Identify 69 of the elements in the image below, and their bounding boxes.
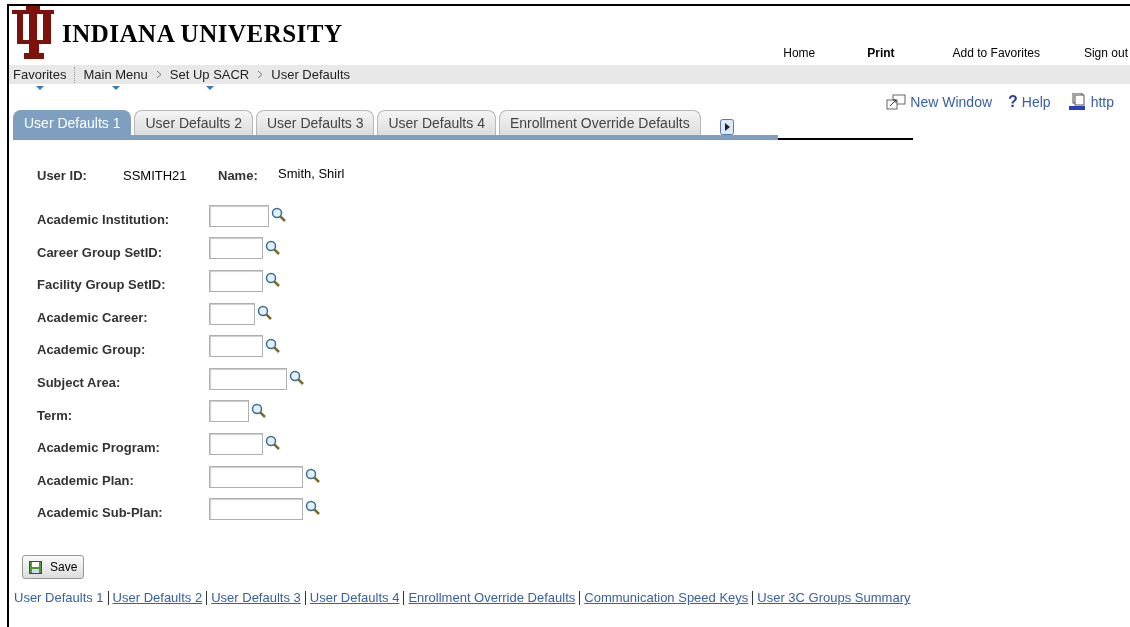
field-label: Academic Group: [37,341,147,360]
field-label: Term: [37,406,74,425]
tab[interactable]: Enrollment Override Defaults [498,110,701,135]
field-label: Facility Group SetID: [37,276,167,295]
breadcrumb-item[interactable]: Set Up SACR [169,64,250,85]
save-button[interactable]: Save [22,555,85,580]
footer-link[interactable]: User Defaults 1 [14,588,104,608]
header-link[interactable]: Home [783,44,816,62]
footer-link[interactable]: User Defaults 2 [112,588,203,608]
footer-link[interactable]: User Defaults 3 [211,588,301,608]
dropdown-caret-icon[interactable] [205,86,214,91]
field-label: Subject Area: [37,374,122,392]
trident-logo [12,6,54,61]
tab[interactable]: User Defaults 3 [255,110,375,135]
help-icon[interactable]: ? [1008,90,1018,114]
next-tab-icon[interactable] [719,118,734,135]
search-icon[interactable] [251,402,266,418]
input-field[interactable] [209,432,263,455]
search-icon[interactable] [305,467,320,483]
user-name: Smith, Shirl [278,165,345,183]
header-link[interactable]: Sign out [1083,44,1128,62]
save-icon [29,560,42,574]
search-icon[interactable] [257,304,272,320]
search-icon[interactable] [265,435,280,451]
input-field[interactable] [209,237,263,260]
input-field[interactable] [209,335,263,358]
page-link[interactable]: Help [1021,91,1051,113]
header-link[interactable]: Print [867,44,895,62]
http-icon[interactable] [1066,93,1087,111]
header-link[interactable]: Add to Favorites [952,44,1040,62]
search-icon[interactable] [265,337,280,353]
field-label: Career Group SetID: [37,243,163,262]
footer-link[interactable]: User 3C Groups Summary [757,588,911,608]
dropdown-caret-icon[interactable] [35,86,44,91]
page-link[interactable]: http [1090,91,1114,113]
field-label: Academic Program: [37,439,161,458]
input-field[interactable] [209,270,263,292]
page-link[interactable]: New Window [910,91,993,113]
footer-link[interactable]: Enrollment Override Defaults [408,588,576,608]
search-icon[interactable] [265,272,280,288]
input-field[interactable] [209,498,303,521]
field-label: Academic Career: [37,308,149,327]
breadcrumb-item[interactable]: User Defaults [271,64,350,85]
brand-name: INDIANA UNIVERSITY [62,18,343,49]
new-window-icon[interactable] [886,94,907,110]
field-label: Academic Institution: [37,211,171,230]
chevron-icon [257,70,264,79]
search-icon[interactable] [305,500,320,516]
breadcrumb-item[interactable]: Main Menu [83,64,148,85]
input-field[interactable] [209,367,287,390]
field-label: Academic Plan: [37,471,135,490]
field-label: Academic Sub-Plan: [37,504,164,523]
user-id: SSMITH21 [123,167,188,185]
footer-link[interactable]: User Defaults 4 [309,588,400,608]
chevron-icon [155,70,162,79]
input-field[interactable] [209,204,269,227]
search-icon[interactable] [265,239,280,255]
search-icon[interactable] [271,207,286,223]
footer-link[interactable]: Communication Speed Keys [584,588,749,608]
dropdown-caret-icon[interactable] [111,86,120,91]
input-field[interactable] [209,400,249,423]
input-field[interactable] [209,465,303,488]
breadcrumb-item[interactable]: Favorites [13,64,67,85]
field-label: Name: [218,167,259,185]
field-label: User ID: [37,167,88,185]
input-field[interactable] [209,302,255,325]
search-icon[interactable] [289,370,304,386]
tab[interactable]: User Defaults 2 [134,110,253,135]
tab[interactable]: User Defaults 4 [377,110,496,135]
